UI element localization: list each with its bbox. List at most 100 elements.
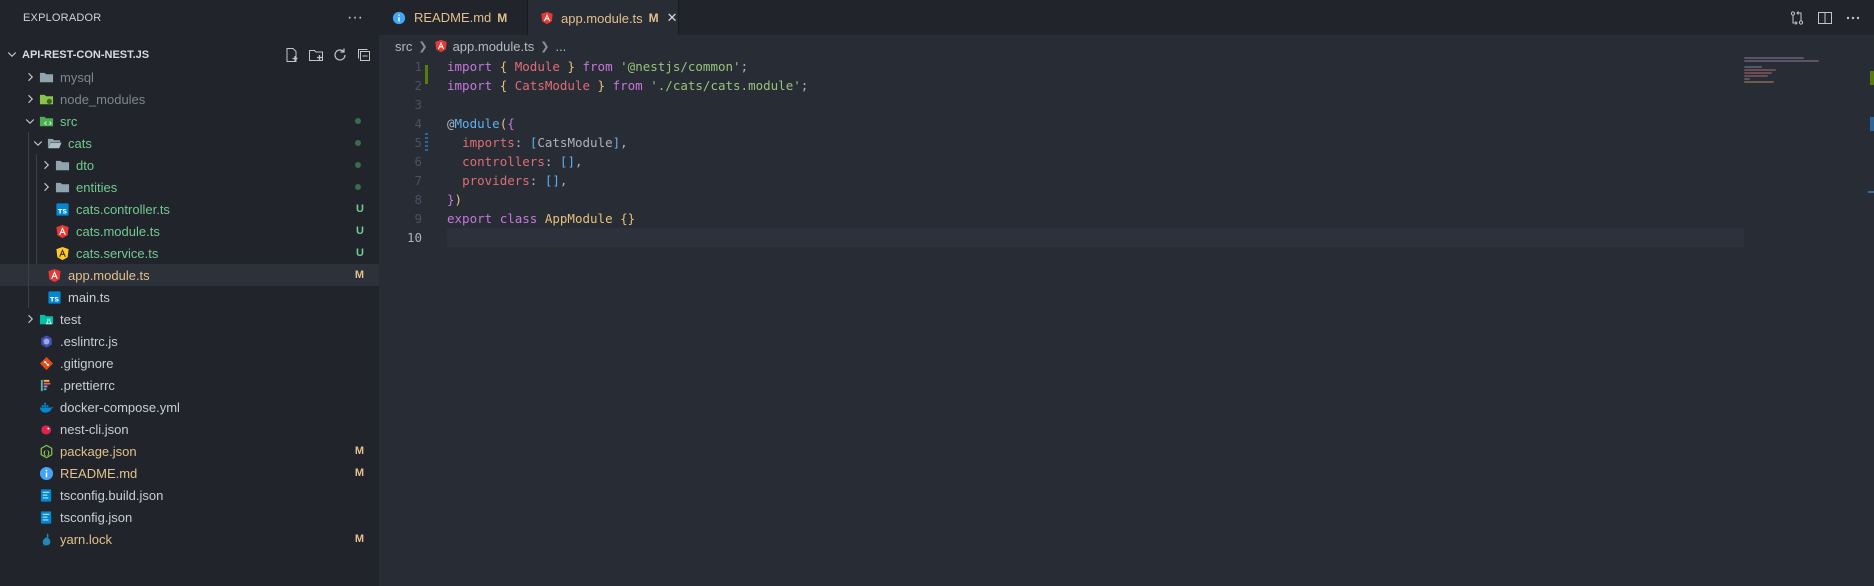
tree-item-label: .gitignore bbox=[60, 355, 114, 371]
editor-tab-bar: README.md M app.module.ts M ✕ bbox=[379, 0, 1874, 35]
line-number: 9 bbox=[414, 211, 422, 226]
chevron-right-icon: ❯ bbox=[540, 40, 550, 53]
svg-text:TS: TS bbox=[57, 207, 66, 215]
folder-icon bbox=[54, 157, 70, 173]
file-item[interactable]: .eslintrc.js bbox=[0, 330, 379, 352]
code-line: }) bbox=[447, 192, 463, 207]
code-line: providers: [], bbox=[462, 173, 568, 188]
tree-item-label: test bbox=[60, 311, 81, 327]
line-number: 1 bbox=[414, 59, 422, 74]
breadcrumb-folder[interactable]: src bbox=[395, 39, 412, 54]
tree-item-label: entities bbox=[76, 179, 118, 195]
file-item[interactable]: tsconfig.build.json bbox=[0, 484, 379, 506]
file-item[interactable]: TS main.ts bbox=[0, 286, 379, 308]
typescript-file-icon: TS bbox=[46, 289, 62, 305]
angular-icon bbox=[434, 39, 448, 53]
tab-status-badge: M bbox=[497, 10, 508, 25]
chevron-right-icon bbox=[22, 91, 38, 107]
close-icon[interactable]: ✕ bbox=[667, 10, 678, 26]
git-status-badge: U bbox=[356, 225, 364, 237]
git-added-decoration bbox=[425, 65, 428, 84]
svg-text:{}: {} bbox=[42, 450, 50, 456]
file-item[interactable]: .gitignore bbox=[0, 352, 379, 374]
explorer-more-actions-icon[interactable]: ··· bbox=[347, 10, 363, 26]
docker-icon bbox=[38, 399, 54, 415]
file-item[interactable]: .prettierrc bbox=[0, 374, 379, 396]
minimap[interactable] bbox=[1744, 57, 1834, 87]
project-root[interactable]: API-REST-CON-NEST.JS bbox=[0, 44, 379, 66]
folder-item[interactable]: node_modules bbox=[0, 88, 379, 110]
file-item[interactable]: app.module.ts M bbox=[0, 264, 379, 286]
nodejs-icon: {} bbox=[38, 443, 54, 459]
collapse-all-icon[interactable] bbox=[355, 46, 373, 64]
split-editor-icon[interactable] bbox=[1816, 9, 1834, 27]
folder-open-icon bbox=[46, 135, 62, 151]
tree-item-label: cats bbox=[68, 135, 92, 151]
line-number: 10 bbox=[406, 230, 422, 245]
prettier-icon bbox=[38, 377, 54, 393]
file-item[interactable]: TS cats.controller.ts U bbox=[0, 198, 379, 220]
git-status-badge: M bbox=[354, 445, 364, 457]
file-item[interactable]: README.md M bbox=[0, 462, 379, 484]
file-item[interactable]: {} package.json M bbox=[0, 440, 379, 462]
code-editor[interactable]: 1 2 3 4 5 6 7 8 9 10 import { Module } from '@nes… bbox=[379, 57, 1874, 586]
file-item[interactable]: cats.module.ts U bbox=[0, 220, 379, 242]
tab-app-module[interactable]: app.module.ts M ✕ bbox=[528, 0, 679, 35]
code-line: import { CatsModule } from './cats/cats.… bbox=[447, 78, 809, 93]
folder-icon bbox=[38, 69, 54, 85]
indent-guide bbox=[28, 286, 29, 308]
src-folder-icon bbox=[38, 113, 54, 129]
tab-readme[interactable]: README.md M bbox=[379, 0, 528, 35]
indent-guide bbox=[36, 154, 37, 176]
folder-icon bbox=[54, 179, 70, 195]
folder-item[interactable]: test bbox=[0, 308, 379, 330]
tab-status-badge: M bbox=[648, 11, 659, 25]
file-item[interactable]: docker-compose.yml bbox=[0, 396, 379, 418]
code-line: export class AppModule {} bbox=[447, 211, 636, 226]
tree-item-label: nest-cli.json bbox=[60, 421, 129, 437]
code-area[interactable]: import { Module } from '@nestjs/common';… bbox=[447, 57, 1744, 247]
tsconfig-icon bbox=[38, 487, 54, 503]
explorer-header: EXPLORADOR ··· bbox=[0, 0, 379, 36]
folder-item[interactable]: src bbox=[0, 110, 379, 132]
tree-item-label: dto bbox=[76, 157, 95, 173]
code-line: import { Module } from '@nestjs/common'; bbox=[447, 59, 749, 74]
tree-item-label: README.md bbox=[60, 465, 138, 481]
file-item[interactable]: yarn.lock M bbox=[0, 528, 379, 550]
folder-item[interactable]: entities bbox=[0, 176, 379, 198]
chevron-down-icon bbox=[22, 113, 38, 129]
tree-item-label: cats.service.ts bbox=[76, 245, 159, 261]
indent-guide bbox=[36, 198, 37, 220]
code-line: controllers: [], bbox=[462, 154, 583, 169]
tree-item-label: mysql bbox=[60, 69, 94, 85]
info-icon bbox=[38, 465, 54, 481]
file-item[interactable]: tsconfig.json bbox=[0, 506, 379, 528]
file-item[interactable]: cats.service.ts U bbox=[0, 242, 379, 264]
line-number: 8 bbox=[414, 192, 422, 207]
explorer-sidebar: EXPLORADOR ··· API-REST-CON-NEST.JS mysq… bbox=[0, 0, 379, 586]
line-number: 2 bbox=[414, 78, 422, 93]
new-folder-icon[interactable] bbox=[307, 46, 325, 64]
test-folder-icon bbox=[38, 311, 54, 327]
breadcrumb-symbol[interactable]: ... bbox=[555, 39, 566, 54]
node-modules-folder-icon bbox=[38, 91, 54, 107]
indent-guide bbox=[28, 176, 29, 198]
refresh-icon[interactable] bbox=[331, 46, 349, 64]
new-file-icon[interactable] bbox=[283, 46, 301, 64]
tree-item-label: cats.module.ts bbox=[76, 223, 160, 239]
file-item[interactable]: nest-cli.json bbox=[0, 418, 379, 440]
compare-changes-icon[interactable] bbox=[1788, 9, 1806, 27]
breadcrumb-file[interactable]: app.module.ts bbox=[453, 39, 535, 54]
more-actions-icon[interactable] bbox=[1844, 9, 1862, 27]
folder-item[interactable]: cats bbox=[0, 132, 379, 154]
folder-item[interactable]: dto bbox=[0, 154, 379, 176]
breadcrumb: src ❯ app.module.ts ❯ ... bbox=[379, 35, 1874, 57]
folder-item[interactable]: mysql bbox=[0, 66, 379, 88]
chevron-right-icon bbox=[38, 157, 54, 173]
